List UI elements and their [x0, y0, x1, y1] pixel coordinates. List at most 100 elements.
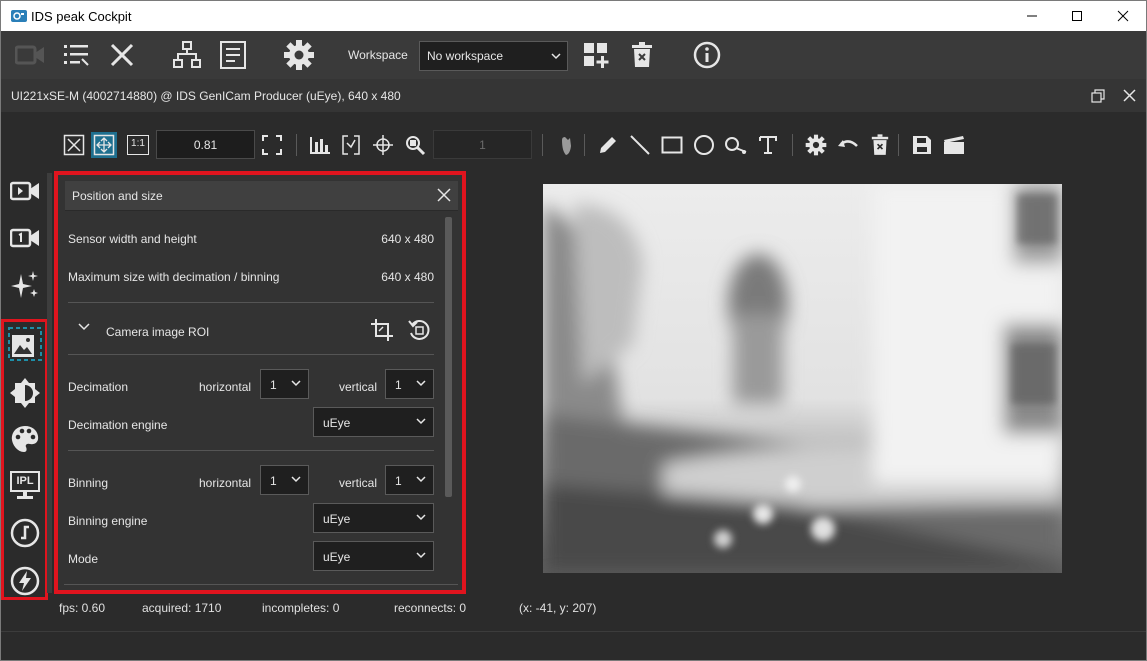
- decimation-horizontal-select[interactable]: 1: [260, 369, 309, 399]
- one-to-one-button[interactable]: 1:1: [125, 132, 151, 158]
- chevron-down-icon: [291, 476, 301, 483]
- mode-select[interactable]: uEye: [313, 541, 434, 571]
- text-tool-button[interactable]: [755, 132, 781, 158]
- undo-icon: [838, 140, 858, 147]
- camera-image[interactable]: [543, 184, 1062, 573]
- sidebar-highlight: [1, 319, 48, 600]
- divider: [64, 584, 458, 585]
- binning-horizontal-select[interactable]: 1: [260, 465, 309, 495]
- max-size-label: Maximum size with decimation / binning: [68, 270, 280, 284]
- one-to-one-label: 1:1: [127, 135, 149, 155]
- fit-window-icon: [93, 134, 115, 156]
- fit-window-button[interactable]: [91, 132, 117, 158]
- list-icon: [64, 45, 89, 66]
- mode-label: Mode: [68, 552, 99, 566]
- decimation-engine-label: Decimation engine: [68, 418, 168, 432]
- histogram-button[interactable]: [307, 132, 333, 158]
- ellipse-tool-button[interactable]: [691, 132, 717, 158]
- decimation-vertical-select[interactable]: 1: [385, 369, 434, 399]
- undo-button[interactable]: [835, 132, 861, 158]
- zoom-input[interactable]: 0.81: [156, 130, 255, 159]
- close-view-button[interactable]: [1123, 89, 1136, 102]
- decimation-label: Decimation: [68, 380, 129, 394]
- workspace-value: No workspace: [427, 49, 504, 63]
- fullscreen-button[interactable]: [259, 132, 285, 158]
- network-button[interactable]: [171, 39, 203, 71]
- close-camera-button[interactable]: [106, 39, 138, 71]
- sensor-size-label: Sensor width and height: [68, 232, 197, 246]
- log-button[interactable]: [217, 39, 249, 71]
- chevron-down-icon[interactable]: [78, 323, 90, 331]
- annotation-settings-button[interactable]: [803, 132, 829, 158]
- sidebar-item-auto-features[interactable]: [7, 267, 43, 303]
- measure-tool-button[interactable]: [723, 132, 749, 158]
- divider: [68, 302, 434, 303]
- binning-vertical-label: vertical: [339, 476, 378, 490]
- chevron-down-icon: [416, 418, 426, 425]
- incompletes-status: incompletes: 0: [262, 601, 340, 615]
- delete-annotation-button[interactable]: [867, 132, 893, 158]
- binning-engine-label: Binning engine: [68, 514, 148, 528]
- fit-off-button[interactable]: [61, 132, 87, 158]
- hand-icon: [562, 137, 571, 155]
- document-icon: [220, 41, 246, 69]
- camera-button[interactable]: [14, 39, 46, 71]
- binning-engine-select[interactable]: uEye: [313, 503, 434, 533]
- settings-button[interactable]: [283, 39, 315, 71]
- line-tool-button[interactable]: [627, 132, 653, 158]
- pan-button[interactable]: [553, 132, 579, 158]
- live-image: [543, 184, 1062, 573]
- save-image-button[interactable]: [909, 132, 935, 158]
- minimize-icon: [1027, 15, 1037, 17]
- max-size-value: 640 x 480: [381, 270, 434, 284]
- crop-roi-button[interactable]: [370, 318, 394, 342]
- add-workspace-button[interactable]: [580, 39, 612, 71]
- minimize-button[interactable]: [1009, 1, 1055, 31]
- crosshair-button[interactable]: [370, 132, 396, 158]
- roi-section-label[interactable]: Camera image ROI: [106, 325, 209, 339]
- restore-view-button[interactable]: [1091, 89, 1105, 103]
- panel-scrollbar[interactable]: [445, 217, 452, 497]
- separator: [542, 134, 543, 156]
- save-icon: [913, 136, 931, 154]
- sidebar-scrollbar[interactable]: [47, 173, 52, 593]
- close-window-button[interactable]: [1100, 1, 1146, 31]
- separator: [296, 134, 297, 156]
- reset-roi-button[interactable]: [407, 318, 431, 342]
- page-input[interactable]: 1: [433, 130, 532, 159]
- line-profile-button[interactable]: [338, 132, 364, 158]
- panel-title: Position and size: [72, 189, 163, 203]
- mode-value: uEye: [323, 550, 351, 564]
- clapperboard-icon: [944, 136, 964, 154]
- binning-vertical-select[interactable]: 1: [385, 465, 434, 495]
- gear-icon: [805, 134, 827, 156]
- record-video-button[interactable]: [941, 132, 967, 158]
- decimation-horizontal-label: horizontal: [199, 380, 252, 394]
- sensor-size-value: 640 x 480: [381, 232, 434, 246]
- info-button[interactable]: [691, 39, 723, 71]
- rectangle-icon: [661, 136, 683, 154]
- workspace-label: Workspace: [348, 48, 408, 62]
- bottom-area: [1, 631, 1146, 660]
- pixel-inspect-button[interactable]: [402, 132, 428, 158]
- app-logo-icon: [11, 10, 27, 22]
- decimation-vertical-value: 1: [395, 378, 402, 392]
- decimation-engine-select[interactable]: uEye: [313, 407, 434, 437]
- separator: [584, 134, 585, 156]
- sparkle-icon: [11, 271, 38, 298]
- delete-workspace-button[interactable]: [626, 39, 658, 71]
- line-profile-icon: [342, 135, 360, 155]
- sidebar-item-acquisition[interactable]: [7, 173, 43, 209]
- workspace-select[interactable]: No workspace: [419, 41, 568, 71]
- camera-list-button[interactable]: [60, 39, 92, 71]
- fit-off-icon: [63, 134, 85, 156]
- close-icon: [110, 43, 134, 67]
- sidebar-item-single-frame[interactable]: [7, 220, 43, 256]
- pen-button[interactable]: [595, 132, 621, 158]
- rectangle-tool-button[interactable]: [659, 132, 685, 158]
- close-panel-button[interactable]: [436, 187, 452, 203]
- decimation-engine-value: uEye: [323, 416, 351, 430]
- maximize-button[interactable]: [1054, 1, 1100, 31]
- position-size-panel: Position and size Sensor width and heigh…: [54, 171, 466, 594]
- chevron-down-icon: [416, 380, 426, 387]
